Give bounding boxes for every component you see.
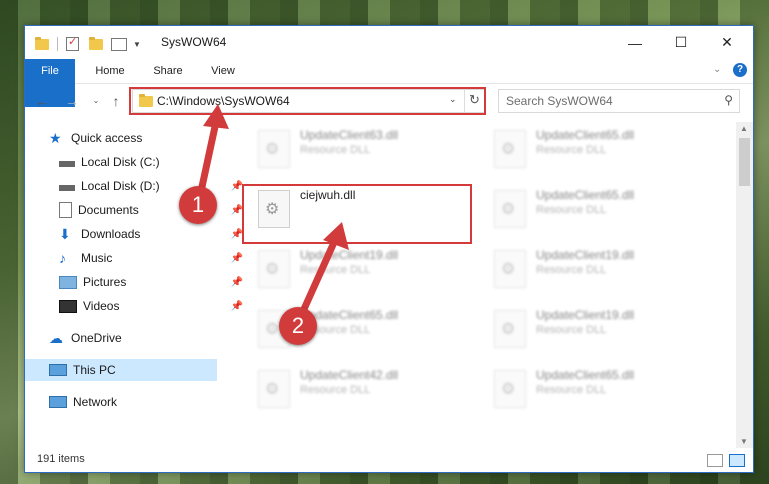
arrow-1-head bbox=[203, 104, 229, 129]
annotation-badge-1: 1 bbox=[179, 186, 217, 224]
arrow-1 bbox=[196, 121, 220, 197]
arrow-2 bbox=[296, 236, 340, 320]
annotation-arrows bbox=[196, 104, 349, 320]
annotation-badge-2: 2 bbox=[279, 307, 317, 345]
